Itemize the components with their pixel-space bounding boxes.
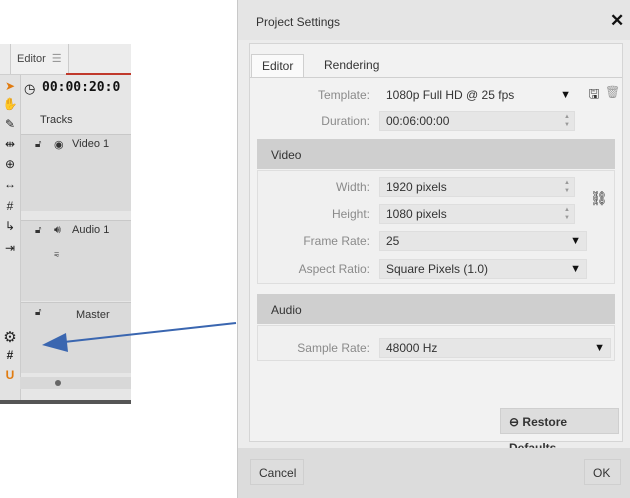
lock-icon[interactable]: 🔓︎ xyxy=(35,307,41,318)
height-label: Height: xyxy=(331,207,370,221)
eye-icon[interactable]: ◉ xyxy=(54,138,64,151)
spinner-arrows-icon[interactable]: ▲ ▼ xyxy=(564,206,570,222)
tracks-header: Tracks xyxy=(40,114,73,126)
aspect-ratio-label: Aspect Ratio: xyxy=(298,262,370,276)
speaker-icon[interactable]: 🔊︎ xyxy=(54,224,61,237)
track-audio-1[interactable]: 🔓︎ 🔊︎ Audio 1 ⩳ xyxy=(21,220,131,301)
restore-icon: ⊖ xyxy=(509,415,520,429)
restore-defaults-button[interactable]: ⊖ Restore Defaults xyxy=(500,408,619,455)
lock-icon[interactable]: 🔓︎ xyxy=(35,225,41,236)
frame-rate-value: 25 xyxy=(386,234,400,248)
lock-icon[interactable]: 🔓︎ xyxy=(35,139,41,150)
clock-icon: ◷ xyxy=(24,81,36,96)
sample-rate-value: 48000 Hz xyxy=(386,341,438,355)
sample-rate-select[interactable]: 48000 Hz ▼ xyxy=(379,338,611,358)
slide-tool-icon[interactable]: ⊕ xyxy=(3,157,17,171)
editor-tab-label: Editor xyxy=(17,53,46,65)
razor-icon[interactable]: ✎ xyxy=(3,117,17,131)
template-value: 1080p Full HD @ 25 fps xyxy=(386,88,515,102)
hand-icon[interactable]: ✋ xyxy=(3,97,18,111)
chevron-down-icon: ▼ xyxy=(560,89,571,101)
slip-tool-icon[interactable]: ⇹ xyxy=(3,137,17,151)
height-field[interactable]: 1080 pixels ▲ ▼ xyxy=(379,204,575,224)
tab-rendering[interactable]: Rendering xyxy=(314,54,389,76)
dialog-footer: Cancel OK xyxy=(238,448,630,498)
grid-icon[interactable]: # xyxy=(3,348,17,362)
timecode-display[interactable]: 00:00:20:0 xyxy=(42,80,120,95)
width-label: Width: xyxy=(335,180,370,194)
dialog-title: Project Settings xyxy=(256,15,341,29)
chevron-down-icon: ▼ xyxy=(570,263,581,275)
height-value: 1080 pixels xyxy=(386,207,447,221)
roll-tool-icon[interactable]: # xyxy=(3,199,17,213)
editor-tab-bar: Editor ☰ xyxy=(0,44,131,75)
chevron-down-icon: ▼ xyxy=(570,235,581,247)
close-icon[interactable]: ✕ xyxy=(610,11,624,31)
rate-stretch-icon[interactable]: ↳ xyxy=(3,219,17,233)
frame-rate-select[interactable]: 25 ▼ xyxy=(379,231,587,251)
tab-editor[interactable]: Editor xyxy=(251,54,305,78)
chevron-down-icon: ▼ xyxy=(594,342,605,354)
gear-icon[interactable]: ⚙ xyxy=(3,329,17,346)
aspect-ratio-select[interactable]: Square Pixels (1.0) ▼ xyxy=(379,259,587,279)
frame-rate-label: Frame Rate: xyxy=(303,234,370,248)
link-icon[interactable]: ⛓ xyxy=(590,190,608,207)
dialog-content: Editor Rendering Template: 1080p Full HD… xyxy=(249,43,623,455)
width-value: 1920 pixels xyxy=(386,180,447,194)
dialog-title-bar: Project Settings ✕ xyxy=(238,0,630,40)
arrow-pointer-icon[interactable]: ➤ xyxy=(3,79,17,93)
track-master[interactable]: 🔓︎ Master xyxy=(21,302,131,373)
spinner-arrows-icon[interactable]: ▲ ▼ xyxy=(564,179,570,195)
delete-template-icon[interactable]: 🗑 xyxy=(605,85,620,103)
aspect-ratio-value: Square Pixels (1.0) xyxy=(386,262,489,276)
project-settings-dialog: Project Settings ✕ Editor Rendering Temp… xyxy=(237,0,630,498)
sample-rate-label: Sample Rate: xyxy=(297,341,370,355)
width-field[interactable]: 1920 pixels ▲ ▼ xyxy=(379,177,575,197)
duration-value: 00:06:00:00 xyxy=(386,114,450,128)
cancel-button[interactable]: Cancel xyxy=(250,459,304,485)
hamburger-menu-icon[interactable]: ☰ xyxy=(52,53,62,65)
timeline-editor-panel: Editor ☰ ➤ ✋ ✎ ⇹ ⊕ ↔ # ↳ ⇥ ⚙ # U ◷ 00:00:… xyxy=(0,44,131,404)
ok-button[interactable]: OK xyxy=(584,459,621,485)
track-video-1[interactable]: 🔓︎ ◉ Video 1 xyxy=(21,134,131,211)
duration-label: Duration: xyxy=(321,114,370,128)
scrollbar-thumb[interactable] xyxy=(55,380,61,386)
tab-divider xyxy=(250,77,622,78)
ripple-tool-icon[interactable]: ↔ xyxy=(3,177,17,191)
editor-tab[interactable]: Editor ☰ xyxy=(10,44,69,74)
duration-field[interactable]: 00:06:00:00 ▲ ▼ xyxy=(379,111,575,131)
tool-column: ➤ ✋ ✎ ⇹ ⊕ ↔ # ↳ ⇥ ⚙ # U xyxy=(0,75,21,404)
video-section-header: Video xyxy=(257,139,615,169)
spinner-arrows-icon[interactable]: ▲ ▼ xyxy=(564,113,570,129)
track-name: Master xyxy=(76,309,110,321)
template-select[interactable]: 1080p Full HD @ 25 fps ▼ xyxy=(379,85,577,105)
panel-bottom-border xyxy=(0,400,131,404)
track-name: Audio 1 xyxy=(72,224,110,236)
video-section-label: Video xyxy=(271,148,302,162)
export-icon[interactable]: ⇥ xyxy=(3,241,17,255)
audio-envelope-icon[interactable]: ⩳ xyxy=(54,249,59,260)
magnet-icon[interactable]: U xyxy=(3,368,17,382)
template-label: Template: xyxy=(317,88,370,102)
timeline-scrollbar[interactable] xyxy=(20,377,131,389)
save-template-icon[interactable]: 🖫 xyxy=(585,85,603,103)
audio-section-label: Audio xyxy=(271,303,302,317)
track-name: Video 1 xyxy=(72,138,110,150)
audio-section-header: Audio xyxy=(257,294,615,324)
tab-accent-line xyxy=(66,73,131,75)
